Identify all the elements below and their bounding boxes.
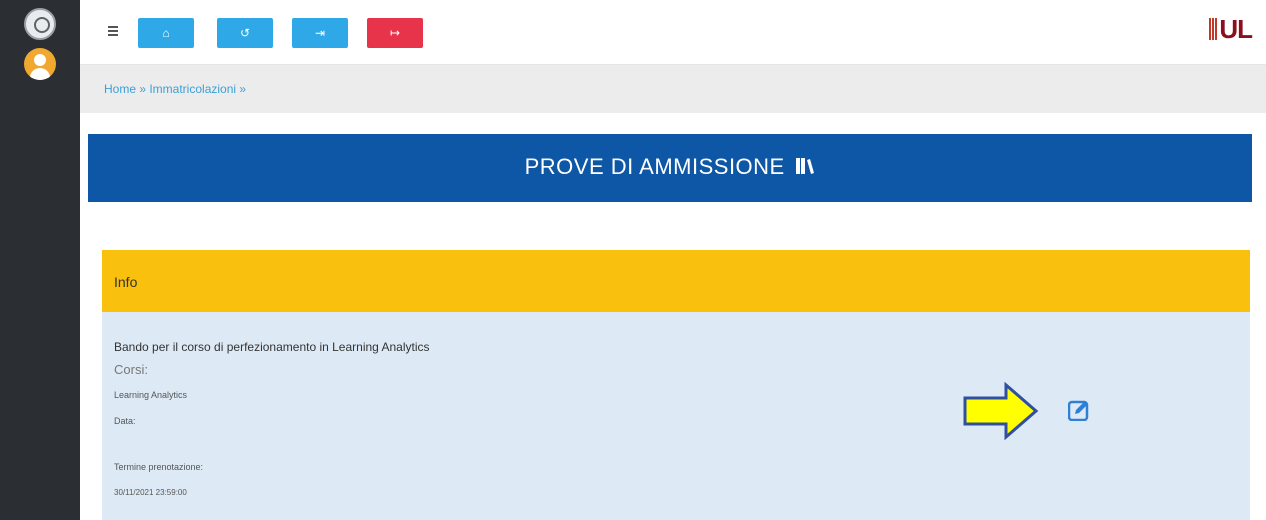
hamburger-menu-icon[interactable] (108, 26, 118, 38)
user-avatar-icon[interactable] (24, 48, 56, 80)
corsi-label: Corsi: (114, 362, 148, 377)
logout-button[interactable]: ↦ (367, 18, 423, 48)
app-logo-icon[interactable] (24, 8, 56, 40)
page-title-text: PROVE DI AMMISSIONE (524, 154, 785, 179)
corso-name: Learning Analytics (114, 390, 188, 400)
undo-button[interactable]: ↺ (217, 18, 273, 48)
right-arrow-icon (963, 382, 1039, 440)
home-icon: ⌂ (162, 26, 170, 40)
edit-icon[interactable] (1068, 399, 1090, 421)
sidebar (0, 0, 80, 520)
logout-icon: ↦ (389, 26, 401, 40)
home-button[interactable]: ⌂ (138, 18, 194, 48)
info-panel: Bando per il corso di perfezionamento in… (102, 312, 1250, 520)
breadcrumb[interactable]: Home » Immatricolazioni » (104, 82, 246, 96)
page-banner: PROVE DI AMMISSIONE (88, 134, 1252, 202)
data-label: Data: (114, 416, 136, 426)
info-header: Info (102, 250, 1250, 312)
termine-label: Termine prenotazione: (114, 462, 204, 472)
login-button[interactable]: ⇥ (292, 18, 348, 48)
undo-icon: ↺ (239, 26, 251, 40)
login-icon: ⇥ (314, 26, 326, 40)
university-logo: UL (1209, 14, 1253, 45)
bando-title: Bando per il corso di perfezionamento in… (114, 340, 430, 354)
page-title: PROVE DI AMMISSIONE (88, 154, 1252, 180)
info-title: Info (114, 274, 138, 290)
logo-bars-icon (1209, 18, 1218, 40)
top-bar: ⌂ ↺ ⇥ ↦ UL (80, 0, 1266, 65)
breadcrumb-bar: Home » Immatricolazioni » (80, 65, 1266, 113)
termine-value: 30/11/2021 23:59:00 (114, 488, 187, 497)
books-icon (796, 158, 815, 174)
